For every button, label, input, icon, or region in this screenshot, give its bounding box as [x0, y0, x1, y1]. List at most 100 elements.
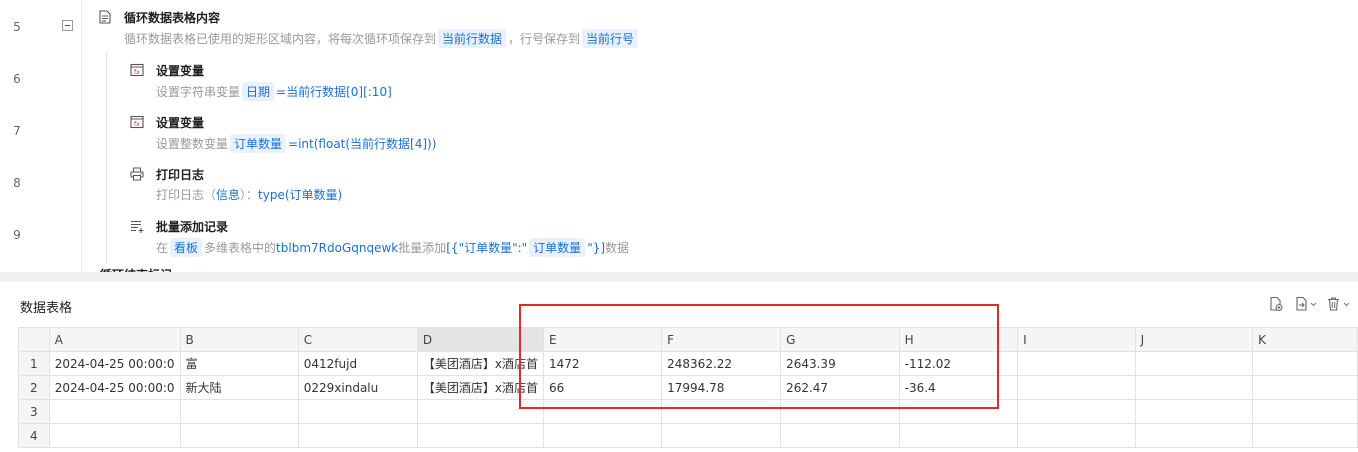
cell-i3[interactable] — [1017, 399, 1136, 424]
column-header-b[interactable]: B — [179, 327, 299, 352]
cell-k3[interactable] — [1252, 399, 1358, 424]
step-title: 循环数据表格内容 — [124, 11, 221, 25]
cell-g1[interactable]: 2643.39 — [780, 351, 900, 376]
cell-b3[interactable] — [179, 399, 299, 424]
cell-h1[interactable]: -112.02 — [898, 351, 1019, 376]
cell-i4[interactable] — [1017, 423, 1136, 448]
step-loop-table[interactable]: 循环数据表格内容 循环数据表格已使用的矩形区域内容，将每次循环项保存到 当前行数据… — [98, 9, 798, 49]
row-header[interactable]: 4 — [18, 423, 50, 448]
step-description: 设置字符串变量 日期 =当前行数据[0][:10] — [156, 82, 392, 101]
collapse-toggle-icon[interactable] — [62, 20, 73, 31]
cell-i2[interactable] — [1017, 375, 1136, 400]
row-header[interactable]: 2 — [18, 375, 50, 400]
step-description: 在看板 多维表格中的tblbm7RdoGqnqewk批量添加[{"订单数量":" 订… — [156, 238, 629, 257]
step-print-log[interactable]: 打印日志 打印日志（信息）：type(订单数量) — [130, 166, 730, 206]
export-icon[interactable] — [1294, 296, 1320, 312]
cell-d4[interactable] — [416, 423, 545, 448]
variable-tag: 看板 — [170, 238, 203, 257]
step-description: 打印日志（信息）：type(订单数量) — [156, 186, 342, 203]
cell-c1[interactable]: 0412fujd — [297, 351, 418, 376]
cell-f1[interactable]: 248362.22 — [661, 351, 782, 376]
table-row[interactable]: 3 — [18, 399, 1358, 424]
desc-text: 在 — [156, 241, 169, 255]
svg-text:fx: fx — [134, 69, 140, 76]
cell-g4[interactable] — [780, 423, 900, 448]
cell-a2[interactable]: 2024-04-25 00:00:0 — [48, 375, 181, 400]
cell-k1[interactable] — [1252, 351, 1358, 376]
cell-d2[interactable]: 【美团酒店】x酒店首 — [416, 375, 545, 400]
variable-tag: 当前行号 — [582, 29, 639, 48]
step-title: 设置变量 — [156, 64, 205, 78]
desc-text: 设置整数变量 — [156, 137, 229, 151]
set-variable-icon: fx — [130, 115, 144, 129]
expression: [{"订单数量":" — [446, 241, 528, 255]
column-header-k[interactable]: K — [1252, 327, 1358, 352]
cell-f2[interactable]: 17994.78 — [661, 375, 782, 400]
column-header-i[interactable]: I — [1017, 327, 1136, 352]
cell-j4[interactable] — [1134, 423, 1254, 448]
cell-a4[interactable] — [48, 423, 181, 448]
cell-d1[interactable]: 【美团酒店】x酒店首 — [416, 351, 545, 376]
cell-g2[interactable]: 262.47 — [780, 375, 900, 400]
row-header[interactable]: 3 — [18, 399, 50, 424]
cell-b1[interactable]: 富 — [179, 351, 299, 376]
cell-c2[interactable]: 0229xindalu — [297, 375, 418, 400]
cell-f3[interactable] — [661, 399, 782, 424]
delete-icon[interactable] — [1326, 296, 1354, 312]
file-add-icon[interactable] — [1268, 296, 1284, 312]
table-row[interactable]: 4 — [18, 423, 1358, 448]
cell-g3[interactable] — [780, 399, 900, 424]
cell-h2[interactable]: -36.4 — [898, 375, 1019, 400]
column-header-f[interactable]: F — [661, 327, 782, 352]
corner-cell[interactable] — [18, 327, 50, 352]
cell-j3[interactable] — [1134, 399, 1254, 424]
panel-title: 数据表格 — [20, 301, 73, 316]
cell-e2[interactable]: 66 — [543, 375, 663, 400]
desc-text: ）： — [240, 188, 259, 202]
desc-text: 循环数据表格已使用的矩形区域内容，将每次循环项保存到 — [124, 32, 437, 46]
line-number: 5 — [13, 20, 21, 34]
expression: =int(float(当前行数据[4])) — [288, 137, 437, 151]
row-header[interactable]: 1 — [18, 351, 50, 376]
step-title: 设置变量 — [156, 116, 205, 130]
cell-h4[interactable] — [898, 423, 1019, 448]
cell-f4[interactable] — [661, 423, 782, 448]
step-set-variable-date[interactable]: fx 设置变量 设置字符串变量 日期 =当前行数据[0][:10] — [130, 62, 730, 102]
cell-b2[interactable]: 新大陆 — [179, 375, 299, 400]
spreadsheet-grid[interactable]: A B C D E F G H I J K 1 2024-04-25 00:00:… — [18, 327, 1358, 448]
cell-d3[interactable] — [416, 399, 545, 424]
step-description: 循环数据表格已使用的矩形区域内容，将每次循环项保存到 当前行数据 ，行号保存到 当前行… — [124, 29, 640, 48]
cell-e1[interactable]: 1472 — [543, 351, 663, 376]
cell-a1[interactable]: 2024-04-25 00:00:0 — [48, 351, 181, 376]
cell-c4[interactable] — [297, 423, 418, 448]
variable-tag: 当前行数据 — [438, 29, 507, 48]
cell-i1[interactable] — [1017, 351, 1136, 376]
table-row[interactable]: 2 2024-04-25 00:00:0 新大陆 0229xindalu 【美团酒店】x… — [18, 375, 1358, 400]
cell-e3[interactable] — [543, 399, 663, 424]
column-header-a[interactable]: A — [48, 327, 181, 352]
table-row[interactable]: 1 2024-04-25 00:00:0 富 0412fujd 【美团酒店】x酒店首 14… — [18, 351, 1358, 376]
set-variable-icon: fx — [130, 63, 144, 77]
line-number: 6 — [13, 72, 21, 86]
column-header-j[interactable]: J — [1134, 327, 1254, 352]
step-set-variable-order-count[interactable]: fx 设置变量 设置整数变量 订单数量 =int(float(当前行数据[4])) — [130, 114, 730, 154]
panel-divider[interactable] — [0, 272, 1358, 282]
expression: =当前行数据[0][:10] — [276, 85, 392, 99]
column-header-h[interactable]: H — [898, 327, 1019, 352]
cell-k4[interactable] — [1252, 423, 1358, 448]
cell-j2[interactable] — [1134, 375, 1254, 400]
printer-icon — [130, 167, 144, 181]
column-header-d[interactable]: D — [416, 327, 545, 352]
cell-c3[interactable] — [297, 399, 418, 424]
column-header-g[interactable]: G — [780, 327, 900, 352]
cell-k2[interactable] — [1252, 375, 1358, 400]
cell-b4[interactable] — [179, 423, 299, 448]
cell-h3[interactable] — [898, 399, 1019, 424]
column-header-e[interactable]: E — [543, 327, 663, 352]
step-batch-add-records[interactable]: 批量添加记录 在看板 多维表格中的tblbm7RdoGqnqewk批量添加[{"订… — [130, 218, 830, 258]
cell-e4[interactable] — [543, 423, 663, 448]
step-description: 设置整数变量 订单数量 =int(float(当前行数据[4])) — [156, 134, 436, 153]
column-header-c[interactable]: C — [297, 327, 418, 352]
cell-a3[interactable] — [48, 399, 181, 424]
cell-j1[interactable] — [1134, 351, 1254, 376]
